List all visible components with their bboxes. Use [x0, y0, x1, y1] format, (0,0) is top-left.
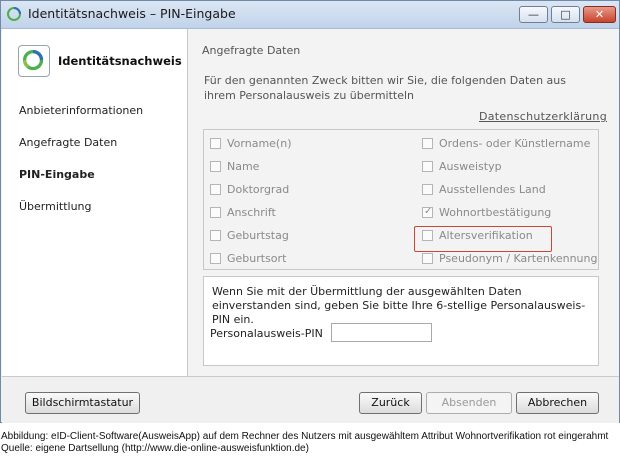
caption-line: Abbildung: eID-Client-Software(AusweisAp… — [1, 431, 609, 442]
privacy-policy-link[interactable]: Datenschutzerklärung — [479, 110, 607, 123]
attribute-ausstellendes-land[interactable]: Ausstellendes Land — [422, 181, 546, 197]
sidebar-item-pin-eingabe[interactable]: PIN-Eingabe — [19, 168, 95, 181]
attribute-label: Ausstellendes Land — [439, 182, 546, 196]
attribute-label: Geburtstag — [227, 228, 289, 242]
app-window: Identitätsnachweis – PIN-Eingabe — □ ✕ I… — [0, 0, 620, 423]
attribute-label: Pseudonym / Kartenkennung — [439, 251, 598, 265]
sidebar-item-uebermittlung[interactable]: Übermittlung — [19, 200, 92, 213]
checkbox[interactable] — [422, 137, 433, 149]
attribute-pseudonym[interactable]: Pseudonym / Kartenkennung — [422, 250, 597, 266]
attribute-wohnortbestaetigung[interactable]: ✓ Wohnortbestätigung — [422, 204, 551, 220]
ausweis-logo-icon — [18, 45, 50, 77]
back-button[interactable]: Zurück — [359, 392, 422, 414]
cancel-button[interactable]: Abbrechen — [516, 392, 599, 414]
page-heading: Angefragte Daten — [202, 44, 301, 57]
attribute-vorname[interactable]: Vorname(n) — [210, 135, 291, 151]
main-content: Angefragte Daten Für den genannten Zweck… — [188, 29, 619, 376]
pin-prompt: Wenn Sie mit der Übermittlung der ausgew… — [212, 285, 586, 326]
title-bar[interactable]: Identitätsnachweis – PIN-Eingabe — □ ✕ — [1, 1, 619, 29]
app-logo-icon — [7, 7, 21, 21]
on-screen-keyboard-button[interactable]: Bildschirmtastatur — [25, 392, 140, 414]
sidebar: Identitätsnachweis Anbieterinformationen… — [2, 29, 188, 376]
attribute-name[interactable]: Name — [210, 158, 259, 174]
pin-input[interactable] — [331, 323, 432, 342]
attribute-geburtstag[interactable]: Geburtstag — [210, 227, 289, 243]
sidebar-item-anbieterinformationen[interactable]: Anbieterinformationen — [19, 104, 143, 117]
checkbox[interactable] — [210, 229, 221, 241]
maximize-button[interactable]: □ — [551, 6, 580, 23]
attribute-label: Doktorgrad — [227, 182, 290, 196]
minimize-button[interactable]: — — [519, 6, 548, 23]
checkbox[interactable] — [210, 183, 221, 195]
window-title: Identitätsnachweis – PIN-Eingabe — [28, 6, 236, 21]
brand-name: Identitätsnachweis — [58, 54, 182, 68]
figure-caption: Abbildung: eID-Client-Software(AusweisAp… — [1, 431, 608, 455]
sidebar-item-angefragte-daten[interactable]: Angefragte Daten — [19, 136, 117, 149]
attribute-label: Wohnortbestätigung — [439, 205, 552, 219]
button-bar: Bildschirmtastatur Zurück Absenden Abbre… — [2, 376, 619, 423]
attribute-label: Ordens- oder Künstlername — [439, 136, 591, 150]
attribute-label: Ausweistyp — [439, 159, 502, 173]
checkbox[interactable] — [210, 252, 221, 264]
brand: Identitätsnachweis — [18, 45, 182, 81]
highlight-frame — [414, 226, 552, 252]
pin-entry-panel: Wenn Sie mit der Übermittlung der ausgew… — [203, 276, 599, 366]
attribute-ordensname[interactable]: Ordens- oder Künstlername — [422, 135, 590, 151]
checkbox[interactable] — [210, 160, 221, 172]
attribute-label: Name — [227, 159, 260, 173]
attribute-geburtsort[interactable]: Geburtsort — [210, 250, 286, 266]
submit-button[interactable]: Absenden — [426, 392, 512, 414]
attribute-ausweistyp[interactable]: Ausweistyp — [422, 158, 502, 174]
intro-text: Für den genannten Zweck bitten wir Sie, … — [204, 74, 566, 102]
checkbox[interactable] — [422, 160, 433, 172]
close-button[interactable]: ✕ — [583, 6, 616, 23]
checkbox-checked[interactable]: ✓ — [422, 205, 433, 218]
checkbox[interactable] — [210, 206, 221, 218]
attribute-label: Anschrift — [227, 205, 276, 219]
source-line: Quelle: eigene Dartsellung (http://www.d… — [1, 443, 309, 454]
pin-label: Personalausweis-PIN — [210, 327, 323, 340]
attribute-doktorgrad[interactable]: Doktorgrad — [210, 181, 289, 197]
attribute-anschrift[interactable]: Anschrift — [210, 204, 276, 220]
attribute-label: Vorname(n) — [227, 136, 292, 150]
checkbox[interactable] — [422, 252, 433, 264]
checkmark-icon: ✓ — [424, 205, 433, 217]
checkbox[interactable] — [210, 137, 221, 149]
attribute-label: Geburtsort — [227, 251, 287, 265]
checkbox[interactable] — [422, 183, 433, 195]
